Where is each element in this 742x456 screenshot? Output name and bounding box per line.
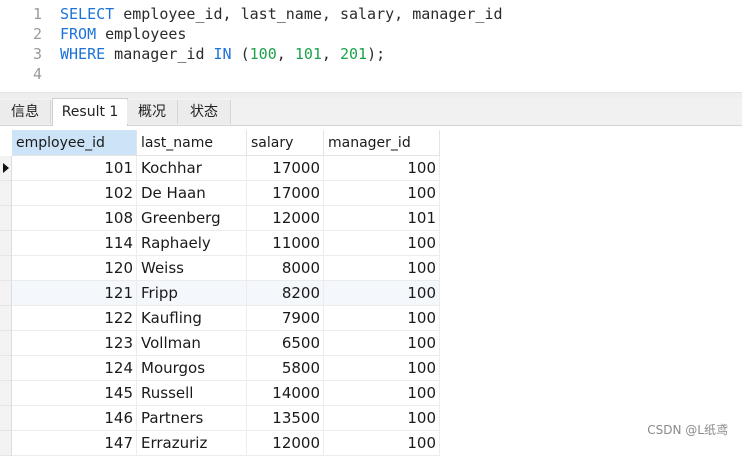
row-selector[interactable] [0, 356, 12, 381]
sql-text: ); [367, 45, 386, 63]
cell-last-name[interactable]: Vollman [137, 331, 247, 356]
row-selector[interactable] [0, 181, 12, 206]
cell-salary[interactable]: 17000 [247, 156, 324, 181]
current-row-arrow-icon [3, 163, 9, 173]
row-selector[interactable] [0, 206, 12, 231]
cell-manager-id[interactable]: 100 [324, 156, 440, 181]
row-selector[interactable] [0, 331, 12, 356]
cell-manager-id[interactable]: 100 [324, 256, 440, 281]
row-selector[interactable] [0, 231, 12, 256]
cell-last-name[interactable]: Russell [137, 381, 247, 406]
cell-employee-id[interactable]: 145 [12, 381, 137, 406]
sql-number: 101 [294, 45, 322, 63]
cell-employee-id[interactable]: 108 [12, 206, 137, 231]
code-line[interactable]: 4 [0, 64, 742, 84]
cell-manager-id[interactable]: 100 [324, 381, 440, 406]
row-selector[interactable] [0, 281, 12, 306]
row-selector[interactable] [0, 256, 12, 281]
tab-info[interactable]: 信息 [0, 100, 51, 124]
sql-keyword: WHERE [60, 45, 106, 63]
cell-last-name[interactable]: De Haan [137, 181, 247, 206]
cell-last-name[interactable]: Raphaely [137, 231, 247, 256]
cell-last-name[interactable]: Fripp [137, 281, 247, 306]
code-text[interactable]: WHERE manager_id IN (100, 101, 201); [60, 44, 385, 64]
column-header-salary[interactable]: salary [247, 130, 324, 156]
cell-last-name[interactable]: Weiss [137, 256, 247, 281]
code-line[interactable]: 3 WHERE manager_id IN (100, 101, 201); [0, 44, 742, 64]
cell-salary[interactable]: 12000 [247, 206, 324, 231]
cell-salary[interactable]: 14000 [247, 381, 324, 406]
cell-employee-id[interactable]: 120 [12, 256, 137, 281]
sql-number: 100 [249, 45, 277, 63]
cell-last-name[interactable]: Mourgos [137, 356, 247, 381]
cell-employee-id[interactable]: 123 [12, 331, 137, 356]
cell-manager-id[interactable]: 100 [324, 356, 440, 381]
cell-last-name[interactable]: Kochhar [137, 156, 247, 181]
sql-keyword: IN [213, 45, 232, 63]
result-tabbar: 信息 Result 1 概况 状态 [0, 98, 742, 126]
sql-keyword: FROM [60, 25, 97, 43]
tab-overview[interactable]: 概况 [127, 100, 178, 124]
sql-keyword: SELECT [60, 5, 115, 23]
watermark: CSDN @L纸鸢 [647, 423, 728, 437]
cell-employee-id[interactable]: 122 [12, 306, 137, 331]
row-selector[interactable] [0, 381, 12, 406]
sql-text: employee_id, last_name, salary, manager_… [114, 5, 503, 23]
cell-last-name[interactable]: Partners [137, 406, 247, 431]
code-line[interactable]: 2 FROM employees [0, 24, 742, 44]
cell-salary[interactable]: 17000 [247, 181, 324, 206]
row-selector[interactable] [0, 306, 12, 331]
sql-number: 201 [339, 45, 368, 63]
cell-manager-id[interactable]: 100 [324, 281, 440, 306]
cell-employee-id[interactable]: 121 [12, 281, 137, 306]
cell-employee-id[interactable]: 146 [12, 406, 137, 431]
cell-employee-id[interactable]: 102 [12, 181, 137, 206]
cell-salary[interactable]: 8000 [247, 256, 324, 281]
column-header-last-name[interactable]: last_name [137, 130, 247, 156]
cell-last-name[interactable]: Kaufling [137, 306, 247, 331]
sql-text: , [276, 45, 295, 63]
cell-employee-id[interactable]: 124 [12, 356, 137, 381]
sql-text: , [321, 45, 340, 63]
cell-salary[interactable]: 11000 [247, 231, 324, 256]
cell-manager-id[interactable]: 100 [324, 406, 440, 431]
sql-text: employees [96, 25, 187, 43]
cell-employee-id[interactable]: 114 [12, 231, 137, 256]
tab-result-1[interactable]: Result 1 [52, 98, 128, 126]
cell-last-name[interactable]: Greenberg [137, 206, 247, 231]
cell-salary[interactable]: 7900 [247, 306, 324, 331]
cell-manager-id[interactable]: 101 [324, 206, 440, 231]
code-text[interactable]: SELECT employee_id, last_name, salary, m… [60, 4, 503, 24]
cell-salary[interactable]: 8200 [247, 281, 324, 306]
sql-text: manager_id [105, 45, 214, 63]
sql-text: ( [231, 45, 250, 63]
line-number: 1 [32, 5, 42, 23]
code-text[interactable]: FROM employees [60, 24, 186, 44]
cell-salary[interactable]: 5800 [247, 356, 324, 381]
column-header-employee-id[interactable]: employee_id [12, 130, 137, 156]
line-number: 2 [32, 25, 42, 43]
column-header-manager-id[interactable]: manager_id [324, 130, 440, 156]
cell-salary[interactable]: 13500 [247, 406, 324, 431]
cell-manager-id[interactable]: 100 [324, 231, 440, 256]
cell-manager-id[interactable]: 100 [324, 331, 440, 356]
line-number: 3 [32, 45, 42, 63]
cell-manager-id[interactable]: 100 [324, 181, 440, 206]
tab-status[interactable]: 状态 [178, 100, 231, 124]
cell-salary[interactable]: 6500 [247, 331, 324, 356]
cell-employee-id[interactable]: 101 [12, 156, 137, 181]
row-selector[interactable] [0, 406, 12, 431]
cell-manager-id[interactable]: 100 [324, 306, 440, 331]
row-selector[interactable] [0, 156, 12, 181]
line-number: 4 [32, 65, 42, 83]
code-line[interactable]: 1 SELECT employee_id, last_name, salary, … [0, 4, 742, 24]
sql-editor[interactable]: 1 SELECT employee_id, last_name, salary, … [0, 0, 742, 92]
